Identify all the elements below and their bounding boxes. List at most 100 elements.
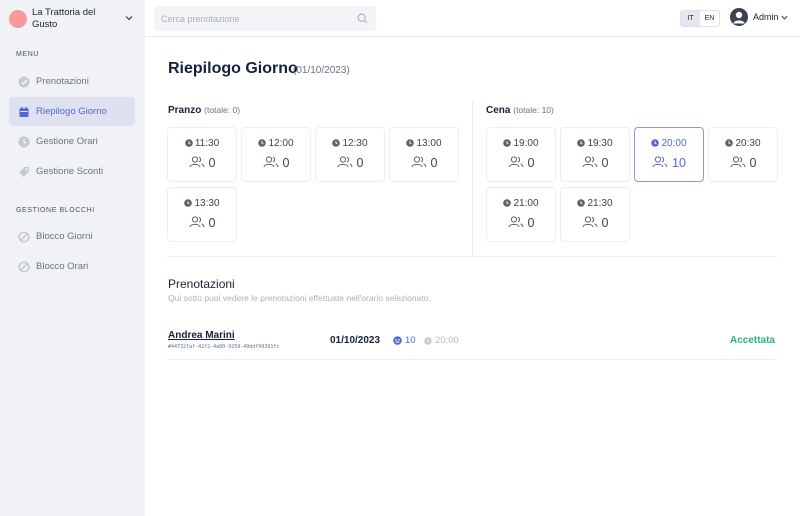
time-slot-card[interactable]: 13:00 0	[389, 127, 459, 182]
time-slot-card[interactable]: 13:30 0	[167, 187, 237, 242]
people-icon	[582, 156, 598, 168]
time-slot-card[interactable]: 11:30 0	[167, 127, 237, 182]
status-badge: Accettata	[729, 335, 775, 346]
people-icon	[508, 216, 524, 228]
reservation-time-value: 20:00	[435, 335, 459, 346]
people-icon	[652, 156, 668, 168]
time-slot-card[interactable]: 21:00 0	[486, 187, 556, 242]
sidebar-item-label: Gestione Orari	[36, 136, 98, 147]
restaurant-switcher[interactable]: La Trattoria del Gusto	[0, 0, 145, 37]
time-slot-card-selected[interactable]: 20:00 10	[634, 127, 704, 182]
reservation-row[interactable]: Andrea Marini #44732faf-42f2-4a80-9259-4…	[167, 323, 777, 360]
slot-count: 0	[601, 216, 609, 230]
slot-time: 12:00	[268, 138, 294, 149]
reservations-subtitle: Qui sotto puoi vedere le prenotazioni ef…	[168, 293, 431, 303]
reservation-guests: 10	[393, 335, 416, 346]
slot-time: 13:00	[416, 138, 442, 149]
sidebar: La Trattoria del Gusto MENU Prenotazioni…	[0, 0, 145, 516]
sidebar-item-prenotazioni[interactable]: Prenotazioni	[9, 67, 135, 96]
time-slot-card[interactable]: 12:30 0	[315, 127, 385, 182]
slot-time: 12:30	[342, 138, 368, 149]
clock-icon	[503, 139, 512, 147]
cena-section-title: Cena (totale: 10)	[486, 105, 554, 116]
guests-icon	[393, 336, 402, 345]
sidebar-item-label: Blocco Giorni	[36, 231, 93, 242]
clock-icon	[424, 336, 432, 345]
sidebar-item-gestione-orari[interactable]: Gestione Orari	[9, 127, 135, 156]
cena-total: (totale: 10)	[513, 105, 554, 115]
time-slot-card[interactable]: 21:30 0	[560, 187, 630, 242]
sidebar-item-label: Riepilogo Giorno	[36, 106, 107, 117]
clock-icon	[406, 139, 415, 147]
time-slot-card[interactable]: 19:30 0	[560, 127, 630, 182]
slot-time: 21:30	[587, 198, 613, 209]
slot-time: 19:00	[513, 138, 539, 149]
clock-icon	[185, 139, 193, 147]
time-slot-card[interactable]: 19:00 0	[486, 127, 556, 182]
sidebar-item-label: Gestione Sconti	[36, 166, 104, 177]
reservation-time: 20:00	[424, 335, 459, 346]
people-icon	[582, 216, 598, 228]
page-date: (01/10/2023)	[293, 65, 350, 76]
clock-icon	[18, 136, 30, 148]
content-divider	[167, 256, 777, 257]
cena-label: Cena	[486, 105, 511, 116]
language-switcher: IT EN	[680, 10, 720, 27]
people-icon	[189, 156, 205, 168]
reservation-date: 01/10/2023	[330, 335, 381, 346]
sidebar-item-gestione-sconti[interactable]: Gestione Sconti	[9, 157, 135, 186]
calendar-icon	[18, 106, 30, 118]
slot-count: 0	[208, 216, 216, 230]
reservations-title: Prenotazioni	[168, 277, 235, 291]
search-box	[154, 6, 376, 31]
sidebar-item-blocco-orari[interactable]: Blocco Orari	[9, 252, 135, 281]
time-slot-card[interactable]: 12:00 0	[241, 127, 311, 182]
reservation-name-link[interactable]: Andrea Marini	[168, 330, 235, 341]
menu-section-header: MENU	[16, 51, 40, 58]
sidebar-item-label: Prenotazioni	[36, 76, 89, 87]
slot-time: 21:00	[513, 198, 539, 209]
people-icon	[337, 156, 353, 168]
reservation-guests-count: 10	[405, 335, 416, 346]
page-title: Riepilogo Giorno	[168, 60, 298, 77]
search-icon[interactable]	[357, 13, 368, 24]
chevron-down-icon[interactable]	[780, 13, 789, 22]
user-menu[interactable]: Admin	[730, 8, 789, 26]
search-input[interactable]	[154, 6, 344, 31]
slot-count: 0	[749, 156, 757, 170]
people-icon	[730, 156, 746, 168]
restaurant-name: La Trattoria del Gusto	[32, 6, 96, 30]
time-slot-card[interactable]: 20:30 0	[708, 127, 778, 182]
lang-en-button[interactable]: EN	[700, 11, 719, 26]
chevron-down-icon[interactable]	[124, 13, 134, 23]
sidebar-item-blocco-giorni[interactable]: Blocco Giorni	[9, 222, 135, 251]
ban-icon	[18, 260, 30, 273]
user-name: Admin	[753, 12, 779, 22]
clock-icon	[258, 139, 267, 147]
people-icon	[508, 156, 524, 168]
clock-icon	[651, 139, 660, 147]
sidebar-item-label: Blocco Orari	[36, 261, 89, 272]
clock-icon	[503, 199, 512, 207]
slot-count: 0	[527, 156, 535, 170]
clock-icon	[184, 199, 193, 207]
slot-count: 0	[527, 216, 535, 230]
people-icon	[263, 156, 279, 168]
pranzo-label: Pranzo	[168, 105, 202, 116]
clock-icon	[332, 139, 341, 147]
section-divider	[472, 101, 473, 257]
restaurant-logo	[9, 9, 27, 28]
avatar	[730, 8, 748, 26]
pranzo-total: (totale: 0)	[204, 105, 241, 115]
lang-it-button[interactable]: IT	[681, 11, 700, 26]
tag-icon	[18, 166, 30, 178]
topbar: IT EN Admin	[145, 0, 800, 37]
slot-count: 0	[601, 156, 609, 170]
slot-count: 0	[430, 156, 438, 170]
slot-count: 10	[672, 156, 686, 170]
slot-count: 0	[282, 156, 290, 170]
clock-icon	[725, 139, 734, 147]
sidebar-item-riepilogo-giorno[interactable]: Riepilogo Giorno	[9, 97, 135, 126]
reservation-id: #44732faf-42f2-4a80-9259-49ddf90391fc	[168, 344, 280, 350]
slot-count: 0	[208, 156, 216, 170]
